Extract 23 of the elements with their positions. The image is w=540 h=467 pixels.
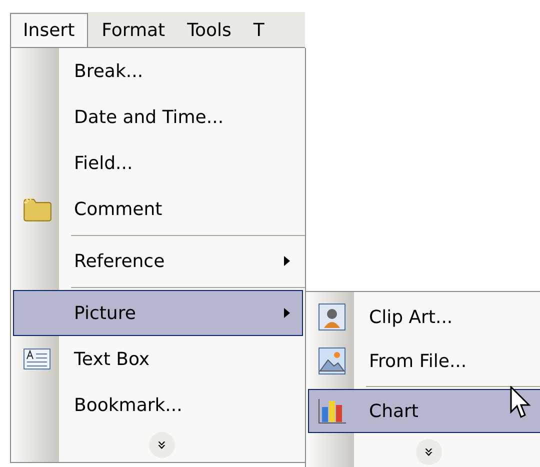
menu-bar-item[interactable]: Tools bbox=[179, 13, 240, 47]
person-icon bbox=[318, 303, 346, 331]
menu-bar-item[interactable]: T bbox=[245, 13, 272, 47]
menu-item[interactable]: Bookmark... bbox=[13, 382, 303, 428]
menu-item[interactable]: Date and Time... bbox=[13, 94, 303, 140]
menu-item[interactable]: Picture bbox=[13, 290, 303, 336]
menu-item[interactable]: Comment bbox=[13, 186, 303, 232]
landscape-picture-icon bbox=[318, 347, 346, 375]
expand-menu-button[interactable]: » bbox=[416, 438, 442, 464]
text-box-icon bbox=[23, 348, 51, 370]
menu-item[interactable]: From File... bbox=[308, 339, 540, 383]
menu-item[interactable]: Clip Art... bbox=[308, 295, 540, 339]
menu-item[interactable]: Chart bbox=[308, 389, 540, 433]
expand-menu-button[interactable]: » bbox=[149, 432, 175, 458]
bar-chart-icon bbox=[317, 397, 347, 425]
menu-bar-item[interactable]: Insert bbox=[10, 13, 88, 47]
menu-item[interactable]: Text Box bbox=[13, 336, 303, 382]
mouse-cursor-icon bbox=[510, 386, 532, 420]
menu-bar-item[interactable]: Format bbox=[94, 13, 174, 47]
folder-note-icon bbox=[22, 196, 52, 222]
menu-item[interactable]: Break... bbox=[13, 48, 303, 94]
menu-item[interactable]: Field... bbox=[13, 140, 303, 186]
menu-item[interactable]: Reference bbox=[13, 238, 303, 284]
